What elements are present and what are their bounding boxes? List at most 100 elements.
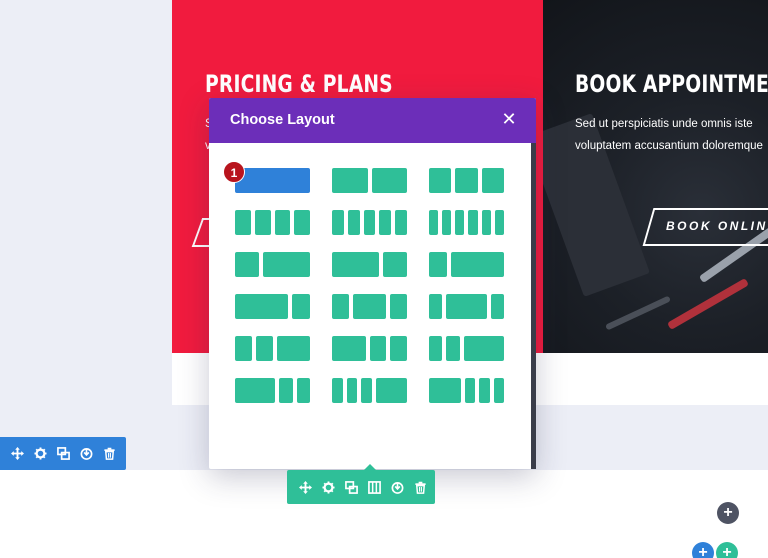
layout-column [455,210,465,235]
layout-option[interactable] [332,252,407,277]
step-badge: 1 [223,161,245,183]
layout-option[interactable] [235,210,310,235]
layout-option[interactable] [235,294,310,319]
settings-icon[interactable] [33,447,47,461]
modal-title: Choose Layout [230,112,335,128]
layout-column [361,378,372,403]
layout-option[interactable] [429,252,504,277]
columns-icon[interactable] [367,480,381,494]
move-icon[interactable] [10,447,24,461]
layout-column [468,210,478,235]
layout-column [493,378,504,403]
layout-column [494,210,504,235]
layout-column [383,252,407,277]
layout-column [395,210,407,235]
layout-column [390,336,407,361]
layout-column [294,210,310,235]
layout-column [292,294,310,319]
layout-column [332,336,366,361]
layout-column [464,378,475,403]
layout-column [332,168,368,193]
layout-column [463,336,504,361]
layout-option[interactable] [235,168,310,193]
modal-header: Choose Layout ✕ [209,98,536,143]
save-icon[interactable] [390,480,404,494]
layout-option[interactable] [429,378,504,403]
move-icon[interactable] [298,480,312,494]
layout-column [429,210,439,235]
layout-column [429,294,443,319]
layout-column [296,378,310,403]
layout-column [490,294,504,319]
layout-column [371,168,407,193]
add-row-button[interactable]: + [692,542,714,558]
layout-column [235,210,251,235]
duplicate-icon[interactable] [344,480,358,494]
modal-scrollbar[interactable] [531,143,536,469]
layout-column [276,336,310,361]
layout-column [369,336,387,361]
layout-option[interactable] [332,210,407,235]
layout-column [235,378,276,403]
layout-column [255,336,273,361]
layout-column [262,252,310,277]
layout-column [429,252,447,277]
layout-column [379,210,392,235]
appointment-panel [543,0,768,353]
layout-column [429,168,452,193]
layout-option[interactable] [429,210,504,235]
layout-option[interactable] [332,336,407,361]
delete-icon[interactable] [102,447,116,461]
layout-column [429,336,443,361]
layout-column [347,210,360,235]
module-toolbar [287,470,435,504]
layout-column [235,294,289,319]
layout-option[interactable] [332,294,407,319]
settings-icon[interactable] [321,480,335,494]
appointment-heading: BOOK APPOINTMENT [575,70,768,98]
layout-column [446,294,487,319]
duplicate-icon[interactable] [56,447,70,461]
layout-column [429,378,461,403]
background-tool-image [605,295,671,331]
layout-column [481,168,504,193]
layout-option[interactable] [429,336,504,361]
layout-column [390,294,407,319]
background-tool-image [667,278,749,330]
book-online-label: BOOK ONLINE [666,219,768,233]
layout-option[interactable] [235,378,310,403]
layout-column [235,168,310,193]
layout-column [332,252,380,277]
add-module-button[interactable]: + [716,542,738,558]
delete-icon[interactable] [413,480,427,494]
layout-option[interactable] [235,252,310,277]
layout-column [332,378,343,403]
appointment-text-line-1: Sed ut perspiciatis unde omnis iste [575,118,753,130]
row-toolbar [0,437,126,470]
layout-column [235,336,252,361]
pricing-heading: PRICING & PLANS [205,70,393,98]
layout-option[interactable] [332,378,407,403]
layout-option[interactable] [429,168,504,193]
add-section-button[interactable]: + [717,502,739,524]
layout-column [254,210,271,235]
layout-option[interactable] [235,336,310,361]
layout-option[interactable] [429,294,504,319]
layout-option[interactable] [332,168,407,193]
layout-column [235,252,259,277]
layout-column [279,378,293,403]
layout-column [446,336,460,361]
layout-column [455,168,478,193]
layout-column [363,210,376,235]
save-icon[interactable] [79,447,93,461]
close-icon[interactable]: ✕ [499,109,519,129]
choose-layout-modal: Choose Layout ✕ [209,98,536,469]
layout-column [346,378,357,403]
layout-column [479,378,490,403]
layout-column [481,210,491,235]
layout-column [442,210,452,235]
layout-column [352,294,387,319]
layout-column [332,294,349,319]
layout-column [274,210,291,235]
layout-column [375,378,407,403]
